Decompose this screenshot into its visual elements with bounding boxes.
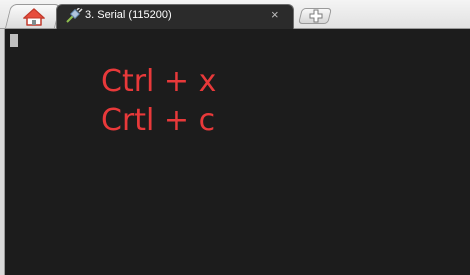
home-icon — [23, 8, 45, 26]
serial-plug-icon — [66, 8, 83, 23]
terminal-window: 3. Serial (115200) × Ctrl + x Crtl + c — [0, 0, 470, 275]
tab-close-icon[interactable]: × — [271, 8, 279, 22]
terminal-output[interactable]: Ctrl + x Crtl + c — [5, 29, 470, 275]
tab-title: 3. Serial (115200) — [85, 9, 172, 21]
annotation-line-1: Ctrl + x — [101, 64, 217, 99]
new-tab-plus-icon — [309, 9, 323, 23]
text-cursor — [10, 34, 18, 47]
annotation-line-2: Crtl + c — [101, 103, 216, 138]
tab-bar: 3. Serial (115200) × — [0, 0, 470, 29]
